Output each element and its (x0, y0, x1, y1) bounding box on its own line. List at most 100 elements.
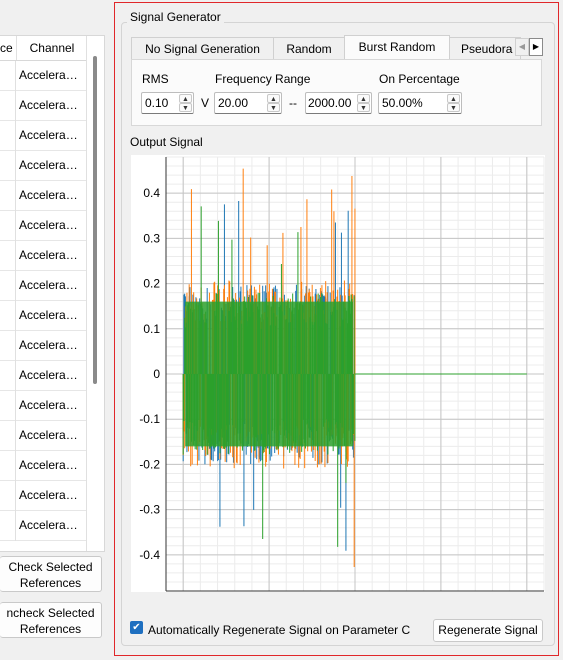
cell-divider (15, 181, 16, 211)
cell-divider (15, 361, 16, 391)
tab-burst-random[interactable]: Burst Random (344, 35, 450, 60)
output-signal-label: Output Signal (130, 135, 203, 149)
spin-down-icon[interactable]: ▼ (267, 103, 280, 112)
y-tick-label: -0.1 (139, 412, 160, 426)
tab-scroll-left-icon[interactable]: ◀ (515, 38, 529, 56)
tab-no-signal-generation[interactable]: No Signal Generation (131, 37, 274, 59)
cell-divider (15, 241, 16, 271)
channel-cell: Accelera… (19, 158, 78, 172)
column-header-channel[interactable]: Channel (16, 36, 87, 60)
rms-value: 0.10 (145, 96, 169, 110)
table-row[interactable]: Accelera… (0, 121, 86, 151)
spin-up-icon[interactable]: ▲ (357, 94, 370, 103)
signal-generator-title: Signal Generator (127, 10, 224, 24)
channel-cell: Accelera… (19, 188, 78, 202)
table-row[interactable]: Accelera… (0, 391, 86, 421)
rms-label: RMS (142, 72, 169, 86)
table-row[interactable]: Accelera… (0, 361, 86, 391)
rms-spinbox[interactable]: 0.10 ▲ ▼ (141, 92, 194, 114)
tab-random[interactable]: Random (273, 37, 345, 59)
frequency-max-spinbox[interactable]: 2000.00 ▲ ▼ (305, 92, 372, 114)
on-percentage-label: On Percentage (379, 72, 460, 86)
cell-divider (15, 61, 16, 91)
channel-cell: Accelera… (19, 398, 78, 412)
frequency-min-spinbox[interactable]: 20.00 ▲ ▼ (214, 92, 282, 114)
y-tick-label: 0.2 (143, 277, 160, 291)
tab-label: No Signal Generation (145, 42, 260, 56)
table-row[interactable]: Accelera… (0, 481, 86, 511)
channel-cell: Accelera… (19, 368, 78, 382)
cell-divider (15, 91, 16, 121)
tab-label: Burst Random (358, 40, 436, 54)
table-row[interactable]: Accelera… (0, 61, 86, 91)
cell-divider (15, 481, 16, 511)
channel-cell: Accelera… (19, 98, 78, 112)
table-row[interactable]: Accelera… (0, 211, 86, 241)
check-selected-references-button[interactable]: Check Selected References (0, 556, 102, 592)
cell-divider (15, 451, 16, 481)
spin-down-icon[interactable]: ▼ (357, 103, 370, 112)
channel-cell: Accelera… (19, 428, 78, 442)
reference-table[interactable]: ce Channel Accelera… Accelera… Accelera… Ac… (0, 35, 105, 552)
chart-svg: 0.40.30.20.10-0.1-0.2-0.3-0.400.51.01.52… (139, 156, 545, 608)
channel-cell: Accelera… (19, 308, 78, 322)
table-row[interactable]: Accelera… (0, 301, 86, 331)
table-scrollbar[interactable] (93, 56, 97, 384)
channel-cell: Accelera… (19, 248, 78, 262)
channel-cell: Accelera… (19, 128, 78, 142)
table-row[interactable]: Accelera… (0, 451, 86, 481)
tab-pseudorandom[interactable]: Pseudora (449, 37, 521, 59)
y-tick-label: 0.4 (143, 186, 160, 200)
table-row[interactable]: Accelera… (0, 151, 86, 181)
channel-cell: Accelera… (19, 338, 78, 352)
y-tick-label: -0.2 (139, 457, 160, 471)
check-selected-references-label: Check Selected References (8, 560, 93, 590)
on-percentage-value: 50.00% (382, 96, 423, 110)
spin-up-icon[interactable]: ▲ (267, 94, 280, 103)
auto-regenerate-label[interactable]: Automatically Regenerate Signal on Param… (148, 623, 426, 637)
channel-cell: Accelera… (19, 488, 78, 502)
cell-divider (15, 151, 16, 181)
cell-divider (15, 271, 16, 301)
spin-down-icon[interactable]: ▼ (179, 103, 192, 112)
frequency-min-value: 20.00 (218, 96, 249, 110)
uncheck-selected-references-label: ncheck Selected References (6, 606, 95, 636)
channel-cell: Accelera… (19, 278, 78, 292)
table-row[interactable]: Accelera… (0, 331, 86, 361)
regenerate-signal-label: Regenerate Signal (438, 623, 538, 637)
auto-regenerate-checkbox[interactable]: ✔ (130, 621, 143, 634)
spin-up-icon[interactable]: ▲ (179, 94, 192, 103)
table-row[interactable]: Accelera… (0, 511, 86, 541)
cell-divider (15, 121, 16, 151)
table-row[interactable]: Accelera… (0, 241, 86, 271)
tab-scroll-right-icon[interactable]: ▶ (529, 38, 543, 56)
y-tick-label: -0.3 (139, 503, 160, 517)
signal-burst-body (185, 301, 353, 447)
uncheck-selected-references-button[interactable]: ncheck Selected References (0, 602, 102, 638)
table-row[interactable]: Accelera… (0, 271, 86, 301)
frequency-max-value: 2000.00 (308, 96, 352, 110)
y-tick-label: 0.1 (143, 322, 160, 336)
y-tick-label: 0.3 (143, 231, 160, 245)
on-percentage-spinbox[interactable]: 50.00% ▲ ▼ (378, 92, 462, 114)
column-header-source[interactable]: ce (0, 41, 14, 55)
table-border (86, 36, 87, 551)
channel-cell: Accelera… (19, 68, 78, 82)
table-row[interactable]: Accelera… (0, 181, 86, 211)
table-header: ce Channel (0, 36, 86, 61)
output-signal-chart[interactable]: 0.40.30.20.10-0.1-0.2-0.3-0.400.51.01.52… (131, 155, 545, 608)
cell-divider (15, 391, 16, 421)
frequency-separator: -- (289, 96, 297, 110)
rms-unit: V (201, 96, 210, 110)
cell-divider (15, 331, 16, 361)
table-row[interactable]: Accelera… (0, 91, 86, 121)
cell-divider (15, 301, 16, 331)
regenerate-signal-button[interactable]: Regenerate Signal (433, 619, 543, 642)
spin-up-icon[interactable]: ▲ (447, 94, 460, 103)
y-tick-label: 0 (153, 367, 160, 381)
cell-divider (15, 511, 16, 541)
spin-down-icon[interactable]: ▼ (447, 103, 460, 112)
table-row[interactable]: Accelera… (0, 421, 86, 451)
channel-cell: Accelera… (19, 518, 78, 532)
y-tick-label: -0.4 (139, 548, 160, 562)
